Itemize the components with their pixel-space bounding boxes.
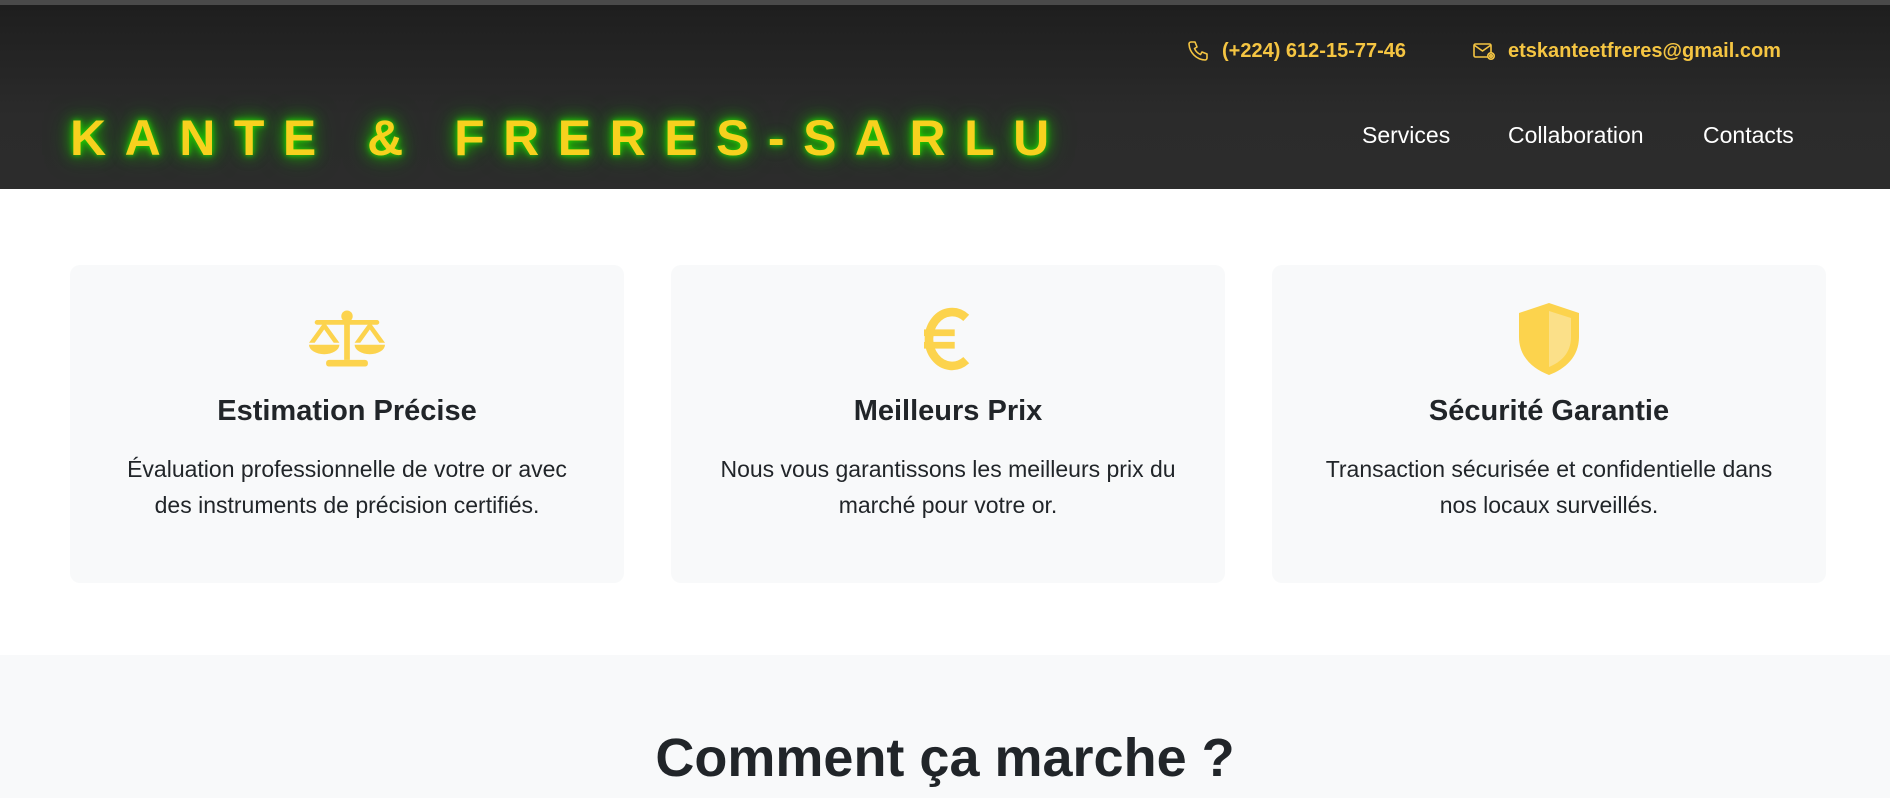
feature-title: Estimation Précise bbox=[217, 395, 477, 427]
feature-description: Nous vous garantissons les meilleurs pri… bbox=[720, 456, 1176, 518]
feature-title: Sécurité Garantie bbox=[1428, 395, 1670, 427]
feature-description: Évaluation professionnelle de votre or a… bbox=[127, 456, 567, 518]
phone-number: (+224) 612-15-77-46 bbox=[1222, 39, 1407, 62]
feature-card-securite: Sécurité Garantie Transaction sécurisée … bbox=[1272, 265, 1826, 583]
section-title: Comment ça marche ? bbox=[655, 728, 1235, 788]
brand-logo-text[interactable]: KANTE & FRERES-SARLU bbox=[70, 109, 1068, 167]
feature-card-estimation: Estimation Précise Évaluation profession… bbox=[70, 265, 624, 583]
envelope-icon bbox=[1473, 43, 1496, 61]
email-address: etskanteetfreres@gmail.com bbox=[1508, 39, 1781, 62]
nav-link-collaboration[interactable]: Collaboration bbox=[1508, 122, 1644, 149]
euro-icon bbox=[924, 307, 970, 371]
nav-link-contacts[interactable]: Contacts bbox=[1703, 122, 1794, 149]
how-it-works-section: Comment ça marche ? bbox=[0, 655, 1890, 798]
feature-title: Meilleurs Prix bbox=[853, 395, 1043, 427]
site-header: (+224) 612-15-77-46 etskanteetfreres@gma… bbox=[0, 5, 1890, 189]
phone-link[interactable]: (+224) 612-15-77-46 bbox=[1186, 33, 1406, 69]
feature-card-prix: Meilleurs Prix Nous vous garantissons le… bbox=[671, 265, 1225, 583]
shield-icon bbox=[1519, 303, 1579, 375]
scale-icon bbox=[309, 310, 385, 367]
phone-icon bbox=[1188, 41, 1208, 61]
nav-link-services[interactable]: Services bbox=[1362, 122, 1450, 149]
email-link[interactable]: etskanteetfreres@gmail.com bbox=[1472, 33, 1781, 69]
feature-description: Transaction sécurisée et confidentielle … bbox=[1325, 456, 1773, 518]
